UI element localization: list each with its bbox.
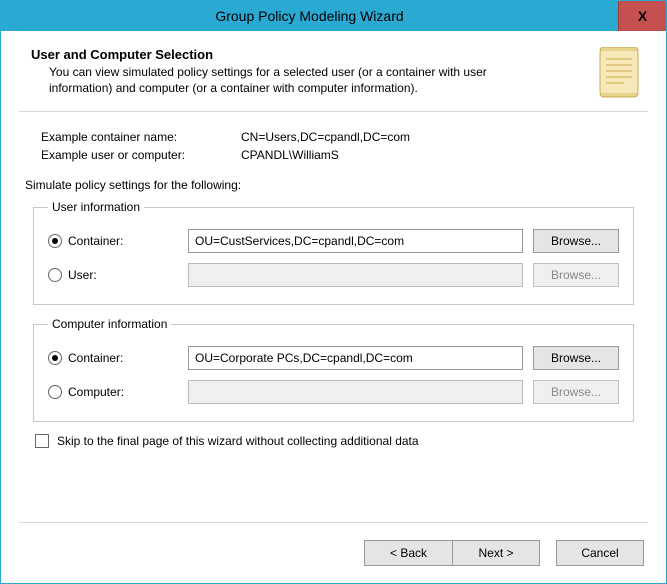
user-user-row: User: Browse... (48, 258, 619, 292)
user-information-legend: User information (48, 200, 144, 214)
simulate-label: Simulate policy settings for the followi… (25, 178, 642, 192)
page-description: You can view simulated policy settings f… (31, 64, 551, 96)
user-container-row: Container: OU=CustServices,DC=cpandl,DC=… (48, 224, 619, 258)
wizard-footer: < Back Next > Cancel (1, 523, 666, 583)
user-information-group: User information Container: OU=CustServi… (33, 200, 634, 305)
wizard-window: Group Policy Modeling Wizard X User and … (0, 0, 667, 584)
close-button[interactable]: X (618, 1, 666, 31)
computer-container-radio-wrap[interactable]: Container: (48, 351, 178, 365)
computer-information-legend: Computer information (48, 317, 171, 331)
user-container-input[interactable]: OU=CustServices,DC=cpandl,DC=com (188, 229, 523, 253)
computer-computer-radio-wrap[interactable]: Computer: (48, 385, 178, 399)
close-icon: X (638, 8, 647, 24)
skip-row: Skip to the final page of this wizard wi… (35, 434, 632, 448)
page-header: User and Computer Selection You can view… (1, 31, 666, 109)
user-user-radio[interactable] (48, 268, 62, 282)
skip-checkbox[interactable] (35, 434, 49, 448)
example-user-label: Example user or computer: (41, 148, 241, 162)
user-container-radio[interactable] (48, 234, 62, 248)
content-area: User and Computer Selection You can view… (1, 31, 666, 583)
window-title: Group Policy Modeling Wizard (1, 1, 618, 31)
computer-container-radio[interactable] (48, 351, 62, 365)
cancel-button[interactable]: Cancel (556, 540, 644, 566)
user-user-radio-label: User: (68, 268, 97, 282)
computer-computer-radio-label: Computer: (68, 385, 124, 399)
user-user-radio-wrap[interactable]: User: (48, 268, 178, 282)
user-container-radio-label: Container: (68, 234, 123, 248)
computer-container-radio-label: Container: (68, 351, 123, 365)
computer-container-input[interactable]: OU=Corporate PCs,DC=cpandl,DC=com (188, 346, 523, 370)
example-user-value: CPANDL\WilliamS (241, 148, 339, 162)
header-text: User and Computer Selection You can view… (31, 47, 582, 96)
example-user-row: Example user or computer: CPANDL\William… (41, 148, 642, 162)
computer-computer-input (188, 380, 523, 404)
titlebar: Group Policy Modeling Wizard X (1, 1, 666, 31)
next-button[interactable]: Next > (452, 540, 540, 566)
computer-computer-radio[interactable] (48, 385, 62, 399)
example-container-row: Example container name: CN=Users,DC=cpan… (41, 130, 642, 144)
wizard-body: Example container name: CN=Users,DC=cpan… (1, 112, 666, 506)
user-user-browse-button: Browse... (533, 263, 619, 287)
example-container-value: CN=Users,DC=cpandl,DC=com (241, 130, 410, 144)
computer-information-group: Computer information Container: OU=Corpo… (33, 317, 634, 422)
user-container-browse-button[interactable]: Browse... (533, 229, 619, 253)
computer-container-browse-button[interactable]: Browse... (533, 346, 619, 370)
computer-computer-browse-button: Browse... (533, 380, 619, 404)
user-user-input (188, 263, 523, 287)
page-title: User and Computer Selection (31, 47, 582, 62)
user-container-radio-wrap[interactable]: Container: (48, 234, 178, 248)
computer-computer-row: Computer: Browse... (48, 375, 619, 409)
example-container-label: Example container name: (41, 130, 241, 144)
skip-label: Skip to the final page of this wizard wi… (57, 434, 419, 448)
back-button[interactable]: < Back (364, 540, 452, 566)
scroll-icon (594, 47, 644, 99)
computer-container-row: Container: OU=Corporate PCs,DC=cpandl,DC… (48, 341, 619, 375)
